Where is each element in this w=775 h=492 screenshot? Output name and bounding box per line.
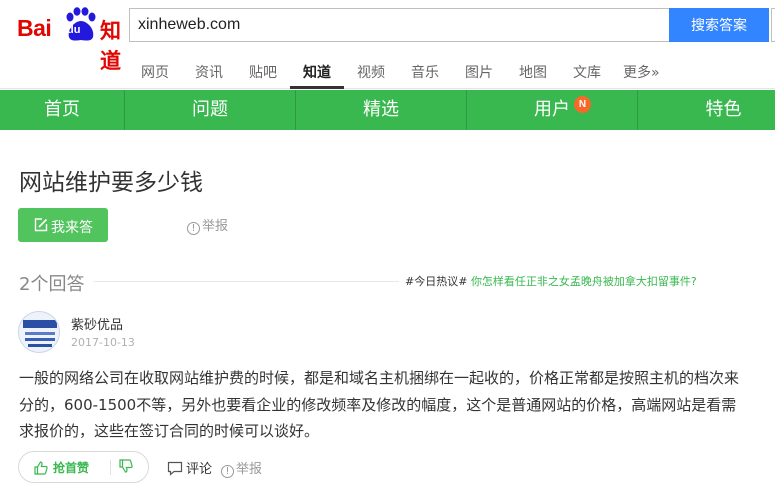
new-badge: N [574, 96, 591, 113]
nav-users[interactable]: 用户 [467, 90, 637, 130]
nav-home[interactable]: 首页 [0, 90, 124, 130]
thumbs-down-icon [119, 459, 133, 473]
report-icon: ! [187, 222, 200, 235]
hot-topic-link[interactable]: 你怎样看任正非之女孟晚舟被加拿大扣留事件? [471, 275, 697, 288]
edit-icon [34, 218, 48, 232]
vote-box: 抢首赞 [18, 451, 149, 483]
upvote-button[interactable]: 抢首赞 [34, 459, 89, 476]
thumbs-up-icon [34, 461, 48, 475]
channel-news[interactable]: 资讯 [195, 62, 223, 82]
nav-featured[interactable]: 精选 [296, 90, 466, 130]
answer-date: 2017-10-13 [71, 336, 135, 349]
channel-zhidao[interactable]: 知道 [303, 62, 331, 82]
answer-username[interactable]: 紫砂优品 [71, 314, 123, 333]
avatar-image [19, 312, 59, 352]
search-box-edge [771, 8, 775, 42]
answer-button-label: 我来答 [51, 220, 93, 236]
channel-map[interactable]: 地图 [519, 62, 547, 82]
hot-topic[interactable]: #今日热议# 你怎样看任正非之女孟晚舟被加拿大扣留事件? [405, 273, 697, 289]
comment-button[interactable]: 评论 [167, 458, 212, 477]
answer-text: 一般的网络公司在收取网站维护费的时候，都是和域名主机捆绑在一起收的，价格正常都是… [19, 369, 740, 440]
channel-video[interactable]: 视频 [357, 62, 385, 82]
comment-icon [167, 461, 183, 476]
nav-questions[interactable]: 问题 [125, 90, 295, 130]
channel-image[interactable]: 图片 [465, 62, 493, 82]
question-title: 网站维护要多少钱 [19, 170, 203, 196]
logo-du-text: du [67, 24, 81, 36]
comment-label: 评论 [186, 462, 213, 477]
report-question-link[interactable]: ! 举报 [187, 215, 228, 235]
header-divider [94, 281, 399, 282]
avatar[interactable] [18, 311, 60, 353]
answer-count: 2个回答 [19, 274, 85, 295]
report-answer-link[interactable]: ! 举报 [221, 458, 262, 478]
channel-wenku[interactable]: 文库 [573, 62, 601, 82]
nav-special[interactable]: 特色 [638, 90, 775, 130]
channel-nav: 网页 资讯 贴吧 知道 视频 音乐 图片 地图 文库 更多» [0, 52, 775, 89]
logo-bai-text: Bai [17, 15, 52, 41]
channel-web[interactable]: 网页 [141, 62, 169, 82]
channel-music[interactable]: 音乐 [411, 62, 439, 82]
search-button[interactable]: 搜索答案 [669, 8, 769, 42]
downvote-button[interactable] [119, 458, 133, 477]
report-icon: ! [221, 465, 234, 478]
report-label: 举报 [236, 462, 263, 477]
channel-more[interactable]: 更多» [623, 62, 660, 82]
answer-button[interactable]: 我来答 [18, 208, 108, 242]
vote-separator [110, 460, 111, 475]
hot-topic-tag: #今日热议# [405, 275, 468, 288]
baidu-zhidao-logo[interactable]: Bai du 知道 [17, 6, 121, 73]
channel-tieba[interactable]: 贴吧 [249, 62, 277, 82]
green-nav-bar: 首页 问题 精选 用户 特色 [0, 90, 775, 130]
upvote-label: 抢首赞 [53, 461, 90, 475]
top-header: Bai du 知道 搜索答案 [0, 0, 775, 73]
report-label: 举报 [202, 219, 229, 234]
active-channel-underline [290, 86, 344, 89]
search-input[interactable] [129, 8, 670, 42]
